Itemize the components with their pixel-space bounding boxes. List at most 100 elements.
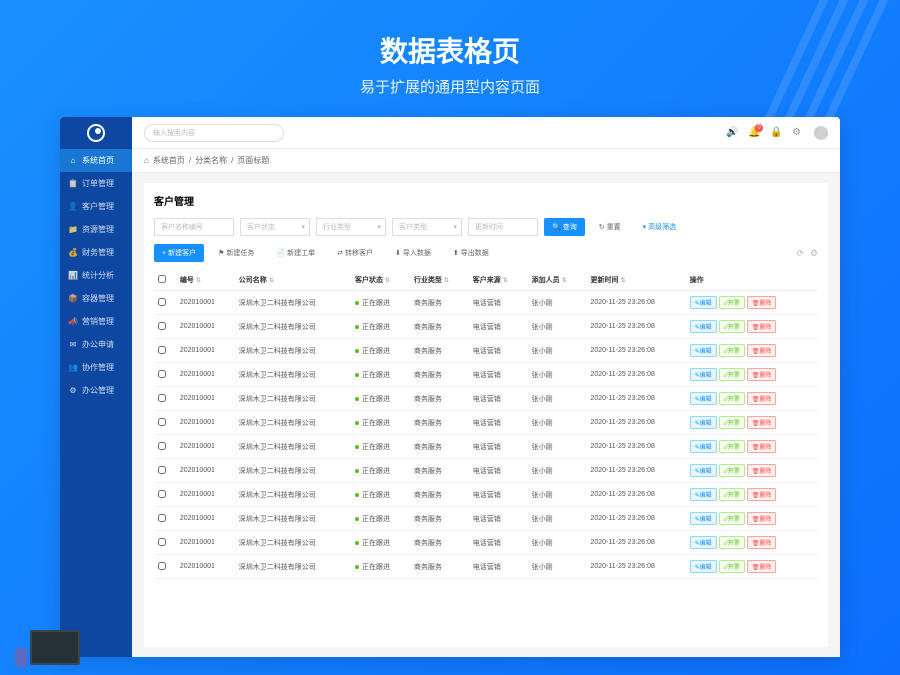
home-icon[interactable]: ⌂ xyxy=(144,156,149,165)
invoice-button[interactable]: ✓开票 xyxy=(719,464,745,477)
notification-icon[interactable]: 🔔0 xyxy=(748,127,760,139)
import-button[interactable]: ⬇ 导入数据 xyxy=(387,244,439,262)
sidebar-item-4[interactable]: 💰财务管理 xyxy=(60,241,132,264)
cell-adder: 张小刚 xyxy=(528,483,587,507)
delete-button[interactable]: 🗑删除 xyxy=(747,416,777,429)
sidebar-item-2[interactable]: 👤客户管理 xyxy=(60,195,132,218)
app-logo[interactable] xyxy=(60,117,132,149)
sidebar-item-3[interactable]: 📁资源管理 xyxy=(60,218,132,241)
edit-button[interactable]: ✎编辑 xyxy=(690,488,717,501)
delete-button[interactable]: 🗑删除 xyxy=(747,488,777,501)
cell-source: 电话营销 xyxy=(469,387,528,411)
edit-button[interactable]: ✎编辑 xyxy=(690,392,717,405)
filter-industry-select[interactable]: 行业类型 xyxy=(316,218,386,236)
edit-button[interactable]: ✎编辑 xyxy=(690,464,717,477)
filter-status-select[interactable]: 客户状态 xyxy=(240,218,310,236)
reset-button[interactable]: ↻ 重置 xyxy=(591,218,629,236)
row-checkbox[interactable] xyxy=(158,394,166,402)
edit-button[interactable]: ✎编辑 xyxy=(690,560,717,573)
invoice-button[interactable]: ✓开票 xyxy=(719,296,745,309)
new-task-button[interactable]: ⚑ 新建任务 xyxy=(210,244,262,262)
invoice-button[interactable]: ✓开票 xyxy=(719,368,745,381)
export-button[interactable]: ⬆ 导出数据 xyxy=(445,244,497,262)
edit-button[interactable]: ✎编辑 xyxy=(690,344,717,357)
row-checkbox[interactable] xyxy=(158,370,166,378)
search-button[interactable]: 🔍 查询 xyxy=(544,218,585,236)
sidebar-item-7[interactable]: 📣营销管理 xyxy=(60,310,132,333)
settings-icon[interactable]: ⚙ xyxy=(810,248,818,259)
delete-button[interactable]: 🗑删除 xyxy=(747,464,777,477)
search-input[interactable]: 输入搜索内容 xyxy=(144,124,284,142)
delete-button[interactable]: 🗑删除 xyxy=(747,392,777,405)
cell-updated: 2020-11-25 23:26:08 xyxy=(586,363,685,387)
invoice-button[interactable]: ✓开票 xyxy=(719,536,745,549)
delete-button[interactable]: 🗑删除 xyxy=(747,368,777,381)
gear-icon[interactable]: ⚙ xyxy=(792,127,804,139)
row-checkbox[interactable] xyxy=(158,466,166,474)
invoice-button[interactable]: ✓开票 xyxy=(719,344,745,357)
invoice-button[interactable]: ✓开票 xyxy=(719,392,745,405)
edit-button[interactable]: ✎编辑 xyxy=(690,512,717,525)
edit-button[interactable]: ✎编辑 xyxy=(690,416,717,429)
delete-button[interactable]: 🗑删除 xyxy=(747,536,777,549)
row-checkbox[interactable] xyxy=(158,418,166,426)
row-checkbox[interactable] xyxy=(158,562,166,570)
delete-button[interactable]: 🗑删除 xyxy=(747,440,777,453)
invoice-button[interactable]: ✓开票 xyxy=(719,488,745,501)
transfer-button[interactable]: ⇄ 转移客户 xyxy=(329,244,381,262)
cell-source: 电话营销 xyxy=(469,555,528,579)
sidebar-item-5[interactable]: 📊统计分析 xyxy=(60,264,132,287)
new-customer-button[interactable]: + 新建客户 xyxy=(154,244,204,262)
breadcrumb-category[interactable]: 分类名称 xyxy=(195,155,227,166)
refresh-icon[interactable]: ⟳ xyxy=(796,248,804,259)
sound-icon[interactable]: 🔊 xyxy=(726,127,738,139)
row-checkbox[interactable] xyxy=(158,298,166,306)
invoice-button[interactable]: ✓开票 xyxy=(719,560,745,573)
edit-button[interactable]: ✎编辑 xyxy=(690,368,717,381)
cell-actions: ✎编辑✓开票🗑删除 xyxy=(686,291,818,315)
row-checkbox[interactable] xyxy=(158,514,166,522)
row-checkbox[interactable] xyxy=(158,322,166,330)
table-row: 202010001深圳木卫二科技有限公司正在跟进商务服务电话营销张小刚2020-… xyxy=(154,339,818,363)
sidebar-item-8[interactable]: ✉办公申请 xyxy=(60,333,132,356)
new-ticket-button[interactable]: 📄 新建工单 xyxy=(268,244,323,262)
invoice-button[interactable]: ✓开票 xyxy=(719,416,745,429)
sidebar-item-10[interactable]: ⚙办公管理 xyxy=(60,379,132,402)
cell-industry: 商务服务 xyxy=(410,411,469,435)
filter-row: 客户名称编号 客户状态 行业类型 客户类型 更新时间 🔍 查询 ↻ 重置 ▾ 高… xyxy=(154,218,818,236)
edit-button[interactable]: ✎编辑 xyxy=(690,536,717,549)
row-checkbox[interactable] xyxy=(158,442,166,450)
delete-button[interactable]: 🗑删除 xyxy=(747,344,777,357)
delete-button[interactable]: 🗑删除 xyxy=(747,296,777,309)
filter-type-select[interactable]: 客户类型 xyxy=(392,218,462,236)
sidebar-item-6[interactable]: 📦容器管理 xyxy=(60,287,132,310)
sidebar-item-1[interactable]: 📋订单管理 xyxy=(60,172,132,195)
nav-icon: ⌂ xyxy=(68,156,78,166)
nav-icon: 👤 xyxy=(68,202,78,212)
invoice-button[interactable]: ✓开票 xyxy=(719,512,745,525)
cell-company: 深圳木卫二科技有限公司 xyxy=(235,459,351,483)
edit-button[interactable]: ✎编辑 xyxy=(690,440,717,453)
invoice-button[interactable]: ✓开票 xyxy=(719,440,745,453)
sidebar-item-0[interactable]: ⌂系统首页 xyxy=(60,149,132,172)
delete-button[interactable]: 🗑删除 xyxy=(747,320,777,333)
cell-status: 正在跟进 xyxy=(351,435,410,459)
advanced-filter-button[interactable]: ▾ 高级筛选 xyxy=(635,218,685,236)
filter-date-input[interactable]: 更新时间 xyxy=(468,218,538,236)
cell-adder: 张小刚 xyxy=(528,411,587,435)
edit-button[interactable]: ✎编辑 xyxy=(690,320,717,333)
lock-icon[interactable]: 🔒 xyxy=(770,127,782,139)
row-checkbox[interactable] xyxy=(158,538,166,546)
row-checkbox[interactable] xyxy=(158,346,166,354)
sidebar-item-9[interactable]: 👥协作管理 xyxy=(60,356,132,379)
delete-button[interactable]: 🗑删除 xyxy=(747,560,777,573)
row-checkbox[interactable] xyxy=(158,490,166,498)
cell-source: 电话营销 xyxy=(469,339,528,363)
filter-name-input[interactable]: 客户名称编号 xyxy=(154,218,234,236)
breadcrumb-home[interactable]: 系统首页 xyxy=(153,155,185,166)
cell-industry: 商务服务 xyxy=(410,531,469,555)
invoice-button[interactable]: ✓开票 xyxy=(719,320,745,333)
edit-button[interactable]: ✎编辑 xyxy=(690,296,717,309)
delete-button[interactable]: 🗑删除 xyxy=(747,512,777,525)
select-all-checkbox[interactable] xyxy=(158,275,166,283)
